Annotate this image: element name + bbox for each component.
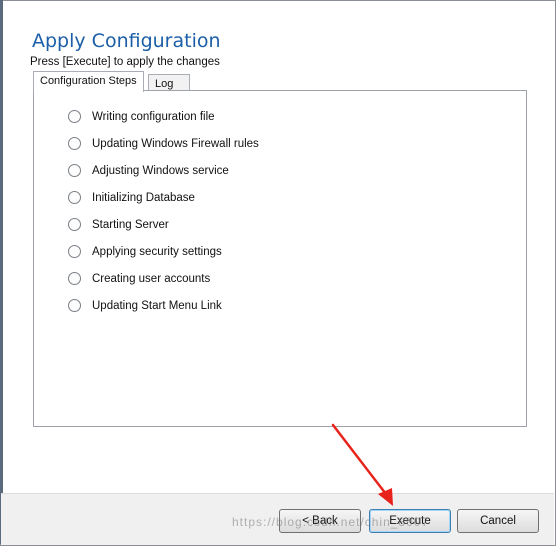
step-label: Applying security settings: [92, 245, 222, 258]
tab-configuration-steps[interactable]: Configuration Steps: [33, 71, 144, 92]
step-item: Creating user accounts: [68, 265, 259, 292]
step-status-radio-icon: [68, 191, 81, 204]
step-label: Writing configuration file: [92, 110, 215, 123]
cancel-button[interactable]: Cancel: [457, 509, 539, 533]
steps-list: Writing configuration file Updating Wind…: [68, 103, 259, 319]
step-item: Updating Windows Firewall rules: [68, 130, 259, 157]
step-item: Adjusting Windows service: [68, 157, 259, 184]
step-label: Starting Server: [92, 218, 169, 231]
step-label: Creating user accounts: [92, 272, 211, 285]
step-label: Initializing Database: [92, 191, 195, 204]
page-title: Apply Configuration: [32, 30, 221, 52]
step-status-radio-icon: [68, 164, 81, 177]
step-status-radio-icon: [68, 245, 81, 258]
step-label: Updating Windows Firewall rules: [92, 137, 259, 150]
step-status-radio-icon: [68, 272, 81, 285]
step-item: Starting Server: [68, 211, 259, 238]
step-label: Updating Start Menu Link: [92, 299, 222, 312]
step-status-radio-icon: [68, 137, 81, 150]
step-item: Applying security settings: [68, 238, 259, 265]
step-item: Writing configuration file: [68, 103, 259, 130]
step-item: Updating Start Menu Link: [68, 292, 259, 319]
configuration-steps-panel: Writing configuration file Updating Wind…: [33, 90, 527, 427]
execute-button[interactable]: Execute: [369, 509, 451, 533]
step-status-radio-icon: [68, 299, 81, 312]
step-status-radio-icon: [68, 218, 81, 231]
back-button[interactable]: < Back: [279, 509, 361, 533]
window-edge: [0, 0, 3, 544]
step-item: Initializing Database: [68, 184, 259, 211]
instruction-text: Press [Execute] to apply the changes: [30, 56, 220, 68]
step-status-radio-icon: [68, 110, 81, 123]
step-label: Adjusting Windows service: [92, 164, 229, 177]
